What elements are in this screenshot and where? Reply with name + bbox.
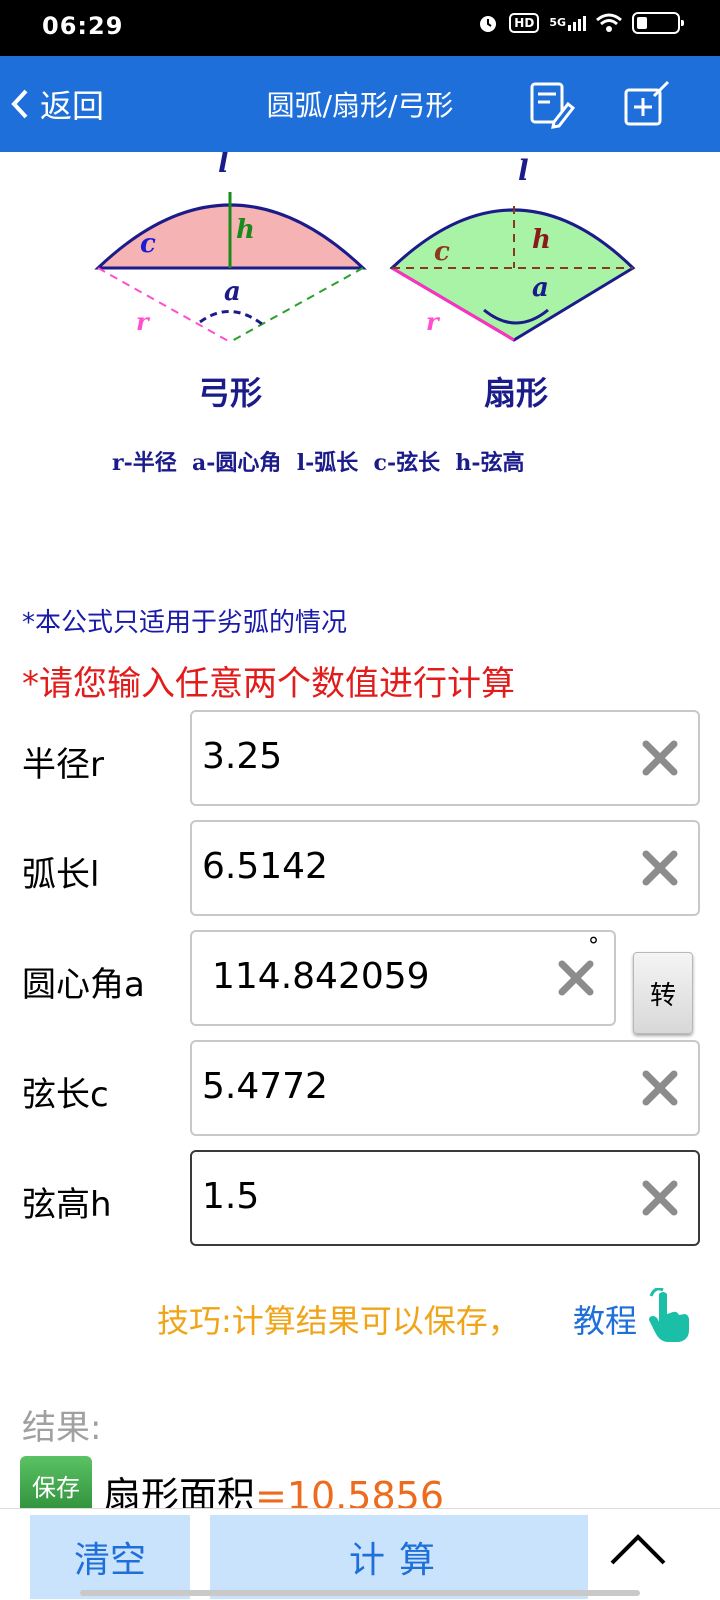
angle-value: 114.842059 bbox=[212, 956, 430, 997]
radius-field[interactable]: 3.25 bbox=[190, 710, 700, 806]
alarm-icon bbox=[480, 16, 497, 32]
clear-height-icon[interactable] bbox=[638, 1176, 682, 1220]
segment-title: 弓形 bbox=[198, 374, 262, 412]
label-r-left: r bbox=[136, 307, 151, 336]
segment-figure: l c h a r 弓形 bbox=[94, 152, 367, 412]
clear-radius-icon[interactable] bbox=[638, 736, 682, 780]
label-a-left: a bbox=[224, 277, 241, 307]
clear-chord-icon[interactable] bbox=[638, 1066, 682, 1110]
chord-field[interactable]: 5.4772 bbox=[190, 1040, 700, 1136]
label-l-left: l bbox=[218, 152, 229, 179]
save-tip: 技巧:计算结果可以保存， bbox=[157, 1302, 520, 1340]
radius-value: 3.25 bbox=[202, 736, 283, 777]
formula-note: *本公式只适用于劣弧的情况 bbox=[22, 608, 348, 638]
status-bar: 06:29 HD 5G bbox=[0, 0, 720, 56]
height-field[interactable]: 1.5 bbox=[190, 1150, 700, 1246]
clear-button[interactable]: 清空 bbox=[30, 1515, 190, 1599]
battery-icon bbox=[632, 12, 684, 34]
clear-angle-icon[interactable] bbox=[554, 956, 598, 1000]
result-title: 结果: bbox=[22, 1408, 102, 1448]
status-icons: HD 5G bbox=[477, 12, 684, 34]
degree-unit: ° bbox=[588, 934, 599, 959]
bottom-bar: 清空 计算 bbox=[0, 1508, 720, 1600]
convert-button[interactable]: 转 bbox=[633, 952, 693, 1034]
arc-length-label: 弧长l bbox=[22, 855, 100, 895]
save-result-button[interactable]: 保存 bbox=[20, 1456, 92, 1514]
signal-5g-icon: 5G bbox=[549, 15, 586, 31]
home-indicator[interactable] bbox=[80, 1590, 640, 1596]
hd-icon: HD bbox=[509, 13, 540, 33]
height-value: 1.5 bbox=[202, 1176, 260, 1217]
chord-label: 弦长c bbox=[22, 1075, 109, 1115]
arc-length-field[interactable]: 6.5142 bbox=[190, 820, 700, 916]
arc-diagram: l c h a r 弓形 l c h a r 扇形 r-半径 a-圆心角 l-弧… bbox=[94, 152, 636, 476]
calculate-button[interactable]: 计算 bbox=[210, 1515, 588, 1599]
label-c-left: c bbox=[140, 229, 156, 259]
input-hint: *请您输入任意两个数值进行计算 bbox=[22, 664, 515, 704]
clear-arc-length-icon[interactable] bbox=[638, 846, 682, 890]
label-l-right: l bbox=[518, 154, 529, 187]
chord-value: 5.4772 bbox=[202, 1066, 328, 1107]
label-a-right: a bbox=[532, 273, 549, 303]
height-label: 弦高h bbox=[22, 1185, 112, 1225]
edit-notes-icon[interactable] bbox=[524, 78, 576, 130]
sector-title: 扇形 bbox=[484, 374, 548, 412]
wifi-icon bbox=[596, 13, 622, 32]
sector-figure: l c h a r 扇形 bbox=[389, 154, 636, 412]
chevron-up-icon[interactable] bbox=[606, 1523, 670, 1579]
angle-field[interactable]: 114.842059 bbox=[190, 930, 616, 1026]
nav-bar: 返回 圆弧/扇形/弓形 bbox=[0, 56, 720, 152]
label-h-right: h bbox=[532, 225, 551, 255]
diagram-legend: r-半径 a-圆心角 l-弧长 c-弦长 h-弦高 bbox=[112, 450, 525, 476]
tutorial-link[interactable]: 教程 bbox=[573, 1296, 637, 1342]
label-c-right: c bbox=[434, 237, 450, 267]
label-r-right: r bbox=[426, 307, 441, 336]
add-note-icon[interactable] bbox=[620, 78, 672, 130]
status-time: 06:29 bbox=[42, 12, 124, 40]
angle-label: 圆心角a bbox=[22, 965, 145, 1005]
pointing-hand-icon[interactable] bbox=[645, 1288, 693, 1344]
label-h-left: h bbox=[236, 215, 255, 245]
arc-length-value: 6.5142 bbox=[202, 846, 328, 887]
radius-label: 半径r bbox=[22, 745, 104, 785]
page-title: 圆弧/扇形/弓形 bbox=[266, 89, 454, 122]
